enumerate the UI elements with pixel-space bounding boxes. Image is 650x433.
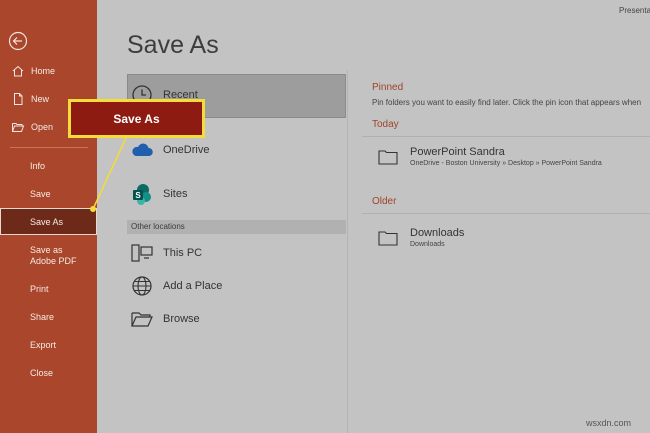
sidebar-item-export[interactable]: Export (30, 340, 56, 351)
sidebar-item-info[interactable]: Info (30, 161, 45, 172)
pinned-description: Pin folders you want to easily find late… (372, 98, 642, 107)
sidebar-item-save-as-label: Save As (30, 217, 64, 227)
location-label: Sites (163, 188, 188, 200)
today-heading: Today (372, 119, 399, 130)
sidebar-item-share[interactable]: Share (30, 312, 54, 323)
folder-open-icon (131, 312, 153, 327)
folder-icon (378, 150, 398, 165)
recent-folder-item[interactable]: PowerPoint Sandra OneDrive - Boston Univ… (378, 146, 648, 178)
back-arrow-icon[interactable] (8, 31, 28, 51)
sidebar-item-save-as-adobe-pdf[interactable]: Save as Adobe PDF (30, 245, 90, 267)
cloud-icon (132, 143, 153, 156)
save-as-callout: Save As (68, 99, 205, 138)
location-onedrive[interactable]: OneDrive (130, 137, 345, 163)
folder-name: Downloads (410, 227, 465, 239)
location-label: Add a Place (163, 280, 223, 292)
computer-icon (131, 244, 153, 262)
sidebar-item-label: New (31, 94, 50, 104)
location-label: OneDrive (163, 144, 210, 156)
other-locations-header: Other locations (127, 220, 346, 234)
sidebar-divider (10, 147, 88, 148)
home-icon (12, 65, 24, 77)
page-title: Save As (127, 31, 219, 59)
sidebar-item-close[interactable]: Close (30, 368, 53, 379)
folder-icon (378, 231, 398, 246)
location-browse[interactable]: Browse (130, 306, 345, 332)
folder-name: PowerPoint Sandra (410, 146, 505, 158)
sidebar-item-print[interactable]: Print (30, 284, 49, 295)
recent-folder-item[interactable]: Downloads Downloads (378, 227, 648, 259)
callout-label: Save As (71, 102, 202, 135)
folder-path: OneDrive - Boston University » Desktop »… (410, 160, 602, 167)
sidebar-item-save[interactable]: Save (30, 189, 51, 200)
section-divider (362, 136, 650, 137)
location-this-pc[interactable]: This PC (130, 240, 345, 266)
location-label: This PC (163, 247, 203, 259)
section-divider (362, 213, 650, 214)
pinned-heading: Pinned (372, 82, 404, 93)
globe-icon (132, 276, 152, 296)
sharepoint-icon: S (133, 184, 151, 205)
location-label: Browse (163, 313, 200, 325)
watermark: wsxdn.com (586, 418, 632, 428)
callout-leader-line (90, 137, 127, 212)
new-document-icon (14, 93, 23, 105)
folder-open-icon (12, 123, 25, 132)
location-add-place[interactable]: Add a Place (130, 273, 345, 299)
sidebar-item-label: Home (31, 66, 56, 76)
sidebar-item-home[interactable]: Home (0, 64, 97, 78)
sidebar-item-label: Open (31, 122, 54, 132)
panel-divider (347, 70, 348, 433)
window-title: Presentat (619, 6, 650, 15)
backstage-sidebar: Home New Open Info Save Save As Save as … (0, 0, 97, 433)
svg-text:S: S (135, 191, 141, 200)
location-sites[interactable]: S Sites (130, 181, 345, 207)
older-heading: Older (372, 196, 397, 207)
folder-path: Downloads (410, 241, 445, 248)
